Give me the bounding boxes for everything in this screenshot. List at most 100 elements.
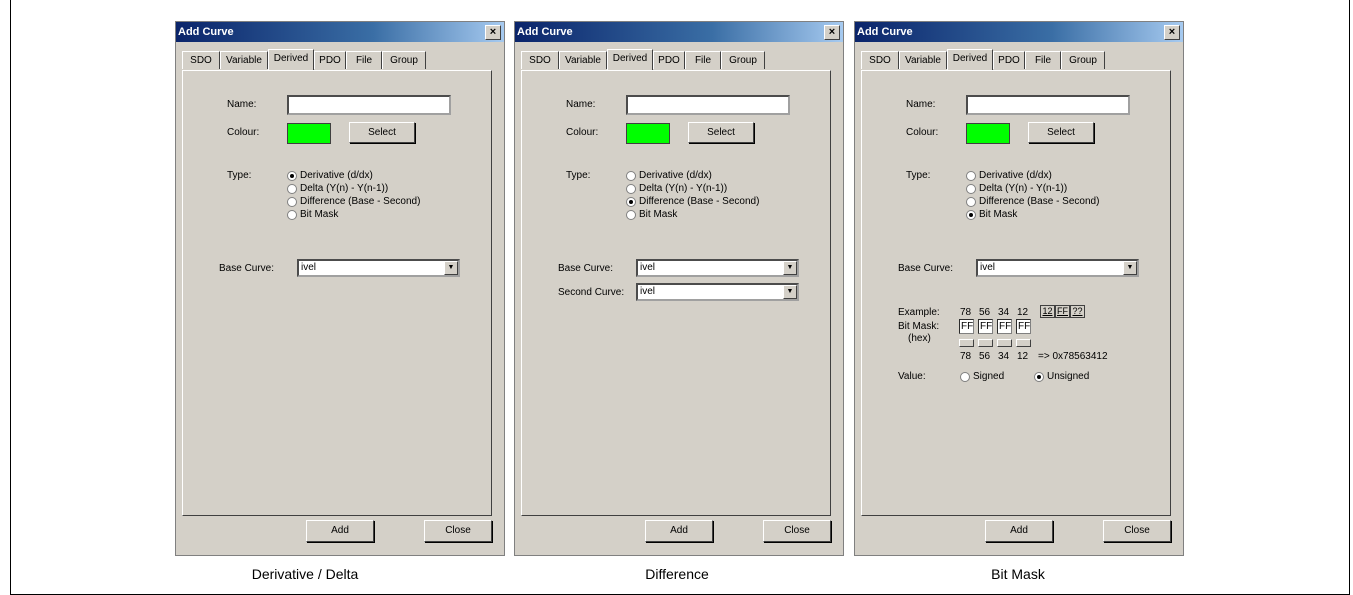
base-curve-label: Base Curve: [558, 263, 614, 274]
add-button[interactable]: Add [306, 520, 374, 542]
tab-variable[interactable]: Variable [220, 51, 268, 69]
tab-file[interactable]: File [346, 51, 382, 69]
type-bitmask-radio[interactable] [966, 210, 976, 220]
tab-derived[interactable]: Derived [607, 49, 653, 70]
mask-byte-button[interactable] [1016, 339, 1031, 347]
tab-sdo[interactable]: SDO [861, 51, 899, 69]
type-derivative-label: Derivative (d/dx) [300, 170, 373, 181]
name-input[interactable] [626, 95, 790, 115]
mask-byte-input[interactable]: FF [959, 319, 974, 334]
tab-pdo[interactable]: PDO [653, 51, 685, 69]
second-curve-select[interactable]: ivel ▼ [636, 283, 799, 301]
colour-swatch [626, 123, 670, 144]
type-delta-label: Delta (Y(n) - Y(n-1)) [979, 183, 1068, 194]
type-delta-label: Delta (Y(n) - Y(n-1)) [300, 183, 389, 194]
type-delta-radio[interactable] [626, 184, 636, 194]
signed-radio[interactable] [960, 372, 970, 382]
example-label: Example: [898, 307, 940, 318]
type-difference-radio[interactable] [626, 197, 636, 207]
example-12-button[interactable]: 12 [1040, 305, 1055, 318]
mask-byte-button[interactable] [978, 339, 993, 347]
type-bitmask-radio[interactable] [626, 210, 636, 220]
mask-byte-input[interactable]: FF [978, 319, 993, 334]
base-curve-select[interactable]: ivel ▼ [636, 259, 799, 277]
chevron-down-icon[interactable]: ▼ [783, 261, 797, 275]
type-bitmask-label: Bit Mask [300, 209, 339, 220]
name-label: Name: [227, 99, 257, 110]
select-colour-button[interactable]: Select [688, 122, 754, 143]
type-derivative-radio[interactable] [287, 171, 297, 181]
second-curve-label: Second Curve: [558, 287, 625, 298]
close-window-button[interactable]: × [1164, 25, 1180, 40]
result-byte: 78 [960, 351, 972, 362]
type-derivative-radio[interactable] [626, 171, 636, 181]
add-button[interactable]: Add [645, 520, 713, 542]
add-curve-dialog-derivative: Add Curve × SDO Variable Derived PDO Fil… [175, 21, 505, 556]
select-colour-button[interactable]: Select [1028, 122, 1094, 143]
dialog-title: Add Curve [517, 26, 573, 38]
tab-variable[interactable]: Variable [899, 51, 947, 69]
name-input[interactable] [966, 95, 1130, 115]
tab-derived[interactable]: Derived [947, 49, 993, 70]
base-curve-select[interactable]: ivel ▼ [297, 259, 460, 277]
example-ff-button[interactable]: FF [1055, 305, 1070, 318]
tab-pdo[interactable]: PDO [314, 51, 346, 69]
tab-derived[interactable]: Derived [268, 49, 314, 70]
add-button[interactable]: Add [985, 520, 1053, 542]
tab-sdo[interactable]: SDO [521, 51, 559, 69]
add-curve-dialog-bitmask: Add Curve × SDO Variable Derived PDO Fil… [854, 21, 1184, 556]
colour-swatch [966, 123, 1010, 144]
base-curve-value: ivel [980, 262, 996, 273]
dialog-title: Add Curve [857, 26, 913, 38]
close-button[interactable]: Close [1103, 520, 1171, 542]
mask-byte-input[interactable]: FF [1016, 319, 1031, 334]
tab-file[interactable]: File [1025, 51, 1061, 69]
type-derivative-radio[interactable] [966, 171, 976, 181]
unsigned-radio[interactable] [1034, 372, 1044, 382]
chevron-down-icon[interactable]: ▼ [1123, 261, 1137, 275]
tab-pdo[interactable]: PDO [993, 51, 1025, 69]
tab-group[interactable]: Group [721, 51, 765, 69]
example-byte: 78 [960, 307, 972, 318]
caption-difference: Difference [645, 566, 709, 582]
type-difference-label: Difference (Base - Second) [979, 196, 1100, 207]
type-difference-label: Difference (Base - Second) [639, 196, 760, 207]
title-bar: Add Curve × [176, 22, 504, 42]
tab-sdo[interactable]: SDO [182, 51, 220, 69]
type-bitmask-label: Bit Mask [979, 209, 1018, 220]
result-byte: 56 [979, 351, 991, 362]
tab-group[interactable]: Group [1061, 51, 1105, 69]
close-window-button[interactable]: × [485, 25, 501, 40]
add-curve-dialog-difference: Add Curve × SDO Variable Derived PDO Fil… [514, 21, 844, 556]
base-curve-select[interactable]: ivel ▼ [976, 259, 1139, 277]
type-bitmask-radio[interactable] [287, 210, 297, 220]
chevron-down-icon[interactable]: ▼ [444, 261, 458, 275]
example-unknown-button[interactable]: ?? [1070, 305, 1085, 318]
tab-file[interactable]: File [685, 51, 721, 69]
derived-panel: Name: Colour: Select Type: Derivative (d… [182, 70, 492, 516]
chevron-down-icon[interactable]: ▼ [783, 285, 797, 299]
mask-byte-input[interactable]: FF [997, 319, 1012, 334]
colour-label: Colour: [227, 127, 260, 138]
select-colour-button[interactable]: Select [349, 122, 415, 143]
type-delta-radio[interactable] [287, 184, 297, 194]
signed-label: Signed [973, 371, 1005, 382]
mask-byte-button[interactable] [997, 339, 1012, 347]
colour-swatch [287, 123, 331, 144]
type-label: Type: [227, 170, 252, 181]
type-difference-radio[interactable] [966, 197, 976, 207]
unsigned-label: Unsigned [1047, 371, 1090, 382]
type-difference-radio[interactable] [287, 197, 297, 207]
tab-variable[interactable]: Variable [559, 51, 607, 69]
close-window-button[interactable]: × [824, 25, 840, 40]
derived-panel: Name: Colour: Select Type: Derivative (d… [521, 70, 831, 516]
type-delta-label: Delta (Y(n) - Y(n-1)) [639, 183, 728, 194]
mask-byte-button[interactable] [959, 339, 974, 347]
name-label: Name: [566, 99, 596, 110]
type-delta-radio[interactable] [966, 184, 976, 194]
name-input[interactable] [287, 95, 451, 115]
close-button[interactable]: Close [424, 520, 492, 542]
value-label: Value: [898, 371, 926, 382]
close-button[interactable]: Close [763, 520, 831, 542]
tab-group[interactable]: Group [382, 51, 426, 69]
